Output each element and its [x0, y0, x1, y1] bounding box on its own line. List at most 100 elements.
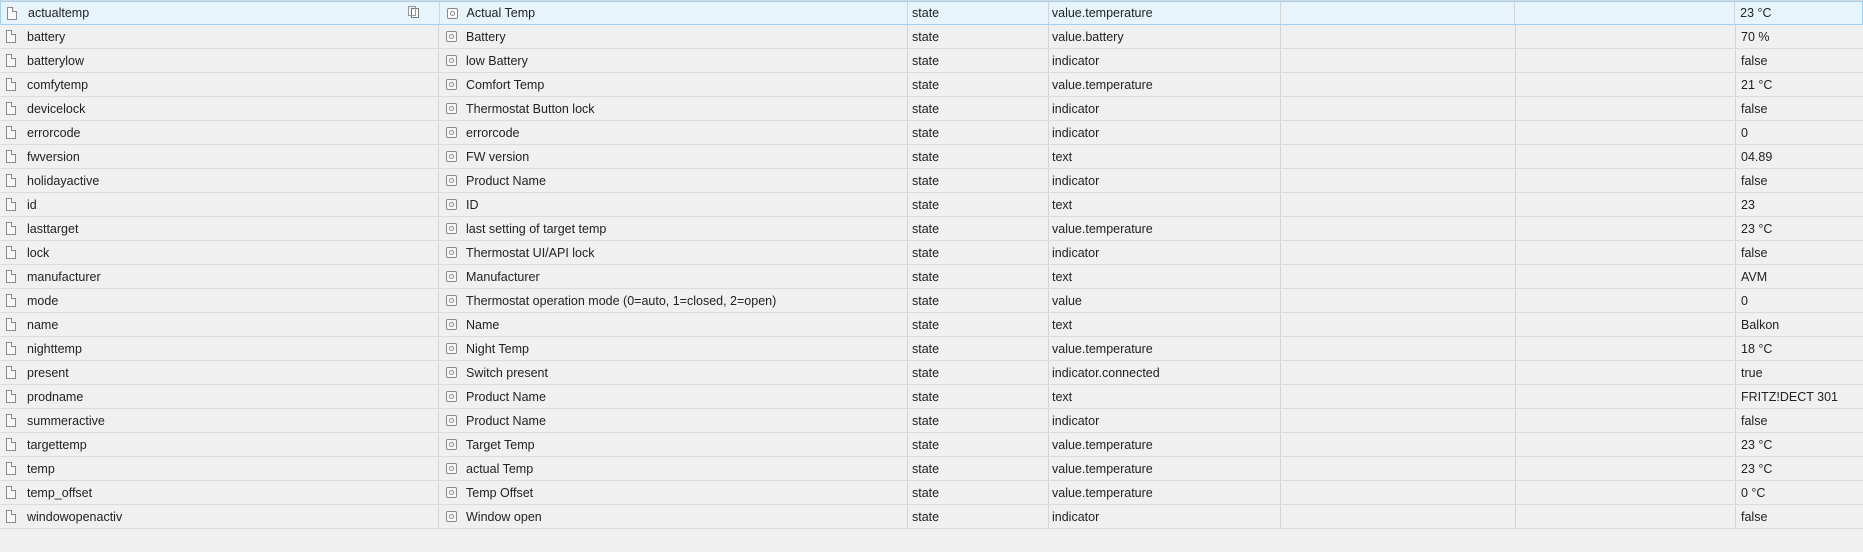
object-type-cell[interactable]: state: [908, 169, 1049, 192]
object-room-cell[interactable]: [1281, 433, 1516, 456]
table-row[interactable]: temp actual Temp state value.temperature 23 …: [0, 457, 1863, 481]
table-row[interactable]: summeractive Product Name state indicator fa…: [0, 409, 1863, 433]
object-function-cell[interactable]: [1515, 2, 1736, 24]
object-value-cell[interactable]: FRITZ!DECT 301: [1736, 385, 1863, 408]
object-name-cell[interactable]: Manufacturer: [439, 265, 908, 288]
object-type-cell[interactable]: state: [908, 457, 1049, 480]
object-room-cell[interactable]: [1281, 169, 1516, 192]
object-function-cell[interactable]: [1516, 337, 1736, 360]
object-name-cell[interactable]: Temp Offset: [439, 481, 908, 504]
object-function-cell[interactable]: [1516, 409, 1736, 432]
object-id-cell[interactable]: fwversion: [0, 145, 439, 168]
table-row[interactable]: windowopenactiv Window open state indicator…: [0, 505, 1863, 529]
object-value-cell[interactable]: 23 °C: [1735, 2, 1862, 24]
object-value-cell[interactable]: 18 °C: [1736, 337, 1863, 360]
object-room-cell[interactable]: [1281, 2, 1516, 24]
object-value-cell[interactable]: false: [1736, 241, 1863, 264]
object-name-cell[interactable]: Switch present: [439, 361, 908, 384]
object-type-cell[interactable]: state: [908, 49, 1049, 72]
object-room-cell[interactable]: [1281, 313, 1516, 336]
object-type-cell[interactable]: state: [908, 145, 1049, 168]
table-row[interactable]: prodname Product Name state text FRITZ!DECT …: [0, 385, 1863, 409]
object-room-cell[interactable]: [1281, 97, 1516, 120]
object-name-cell[interactable]: Night Temp: [439, 337, 908, 360]
object-name-cell[interactable]: Product Name: [439, 409, 908, 432]
object-room-cell[interactable]: [1281, 361, 1516, 384]
object-name-cell[interactable]: Thermostat Button lock: [439, 97, 908, 120]
table-row[interactable]: comfytemp Comfort Temp state value.temperat…: [0, 73, 1863, 97]
object-name-cell[interactable]: errorcode: [439, 121, 908, 144]
object-room-cell[interactable]: [1281, 385, 1516, 408]
object-name-cell[interactable]: Target Temp: [439, 433, 908, 456]
object-id-cell[interactable]: temp: [0, 457, 439, 480]
object-value-cell[interactable]: false: [1736, 409, 1863, 432]
object-role-cell[interactable]: indicator: [1049, 169, 1281, 192]
object-room-cell[interactable]: [1281, 121, 1516, 144]
object-room-cell[interactable]: [1281, 25, 1516, 48]
object-role-cell[interactable]: indicator: [1049, 49, 1281, 72]
object-id-cell[interactable]: errorcode: [0, 121, 439, 144]
object-value-cell[interactable]: 23 °C: [1736, 433, 1863, 456]
object-value-cell[interactable]: true: [1736, 361, 1863, 384]
object-role-cell[interactable]: indicator: [1049, 121, 1281, 144]
object-name-cell[interactable]: Window open: [439, 505, 908, 528]
object-id-cell[interactable]: present: [0, 361, 439, 384]
table-row[interactable]: devicelock Thermostat Button lock state ind…: [0, 97, 1863, 121]
object-room-cell[interactable]: [1281, 193, 1516, 216]
object-role-cell[interactable]: value.temperature: [1049, 217, 1281, 240]
object-room-cell[interactable]: [1281, 409, 1516, 432]
object-id-cell[interactable]: name: [0, 313, 439, 336]
copy-icon[interactable]: [407, 6, 419, 18]
object-function-cell[interactable]: [1516, 193, 1736, 216]
object-role-cell[interactable]: indicator: [1049, 409, 1281, 432]
object-id-cell[interactable]: batterylow: [0, 49, 439, 72]
object-id-cell[interactable]: holidayactive: [0, 169, 439, 192]
object-function-cell[interactable]: [1516, 433, 1736, 456]
object-type-cell[interactable]: state: [908, 265, 1049, 288]
object-room-cell[interactable]: [1281, 289, 1516, 312]
object-type-cell[interactable]: state: [908, 385, 1049, 408]
object-id-cell[interactable]: devicelock: [0, 97, 439, 120]
object-function-cell[interactable]: [1516, 361, 1736, 384]
object-type-cell[interactable]: state: [908, 337, 1049, 360]
object-type-cell[interactable]: state: [908, 289, 1049, 312]
object-value-cell[interactable]: 23: [1736, 193, 1863, 216]
object-function-cell[interactable]: [1516, 169, 1736, 192]
object-value-cell[interactable]: 23 °C: [1736, 217, 1863, 240]
object-role-cell[interactable]: value.temperature: [1049, 433, 1281, 456]
object-value-cell[interactable]: 23 °C: [1736, 457, 1863, 480]
object-name-cell[interactable]: actual Temp: [439, 457, 908, 480]
table-row[interactable]: name Name state text Balkon: [0, 313, 1863, 337]
object-type-cell[interactable]: state: [908, 121, 1049, 144]
object-room-cell[interactable]: [1281, 265, 1516, 288]
object-role-cell[interactable]: text: [1049, 385, 1281, 408]
object-value-cell[interactable]: Balkon: [1736, 313, 1863, 336]
object-function-cell[interactable]: [1516, 73, 1736, 96]
object-function-cell[interactable]: [1516, 265, 1736, 288]
object-type-cell[interactable]: state: [908, 97, 1049, 120]
table-row[interactable]: targettemp Target Temp state value.temperat…: [0, 433, 1863, 457]
object-value-cell[interactable]: false: [1736, 169, 1863, 192]
object-id-cell[interactable]: id: [0, 193, 439, 216]
object-role-cell[interactable]: indicator: [1049, 505, 1281, 528]
table-row[interactable]: id ID state text 23: [0, 193, 1863, 217]
object-type-cell[interactable]: state: [908, 241, 1049, 264]
object-function-cell[interactable]: [1516, 241, 1736, 264]
object-value-cell[interactable]: 0 °C: [1736, 481, 1863, 504]
object-role-cell[interactable]: text: [1049, 145, 1281, 168]
object-function-cell[interactable]: [1516, 121, 1736, 144]
object-function-cell[interactable]: [1516, 313, 1736, 336]
table-row[interactable]: lock Thermostat UI/API lock state indicator…: [0, 241, 1863, 265]
object-function-cell[interactable]: [1516, 217, 1736, 240]
object-room-cell[interactable]: [1281, 217, 1516, 240]
table-row[interactable]: actualtemp Actual Temp state value.temperat…: [0, 1, 1863, 25]
object-function-cell[interactable]: [1516, 289, 1736, 312]
object-role-cell[interactable]: value: [1049, 289, 1281, 312]
object-name-cell[interactable]: Product Name: [439, 385, 908, 408]
object-room-cell[interactable]: [1281, 145, 1516, 168]
object-name-cell[interactable]: Thermostat UI/API lock: [439, 241, 908, 264]
object-role-cell[interactable]: text: [1049, 193, 1281, 216]
object-room-cell[interactable]: [1281, 73, 1516, 96]
object-type-cell[interactable]: state: [908, 361, 1049, 384]
object-function-cell[interactable]: [1516, 505, 1736, 528]
